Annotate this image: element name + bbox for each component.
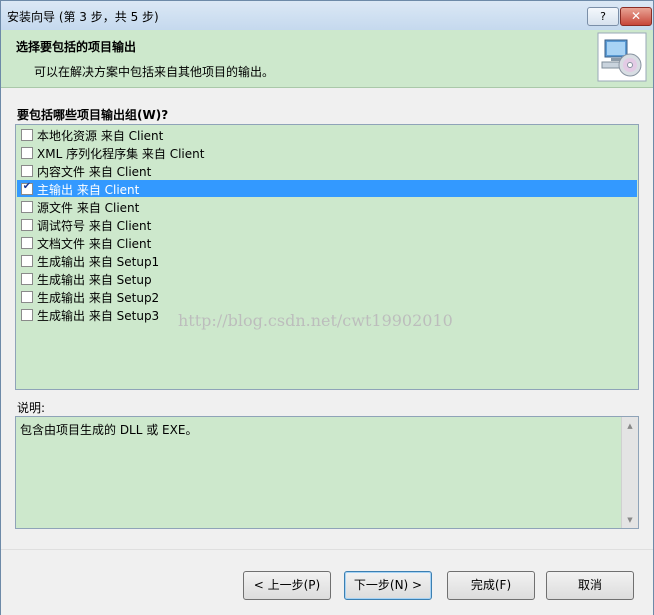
list-item-label: 生成输出 来自 Setup2 <box>37 291 160 305</box>
checkbox[interactable] <box>21 309 33 321</box>
setup-computer-icon <box>597 32 647 82</box>
setup-wizard-window: 安装向导 (第 3 步，共 5 步) ? ✕ 选择要包括的项目输出 可以在解决方… <box>0 0 654 615</box>
output-groups-label: 要包括哪些项目输出组(W)? <box>17 108 169 122</box>
next-button[interactable]: 下一步(N) > <box>344 571 432 600</box>
scroll-down-icon[interactable]: ▼ <box>625 515 635 525</box>
checkbox-checked[interactable]: ✔ <box>21 181 33 195</box>
checkbox[interactable] <box>21 237 33 249</box>
checkbox[interactable] <box>21 201 33 213</box>
checkbox[interactable] <box>21 165 33 177</box>
help-button[interactable]: ? <box>587 7 619 26</box>
checkbox[interactable] <box>21 147 33 159</box>
list-item-selected[interactable]: ✔ 主输出 来自 Client <box>17 180 637 197</box>
title-bar: 安装向导 (第 3 步，共 5 步) ? ✕ <box>1 1 653 30</box>
list-item-label: 文档文件 来自 Client <box>37 237 152 251</box>
list-item[interactable]: 源文件 来自 Client <box>17 198 637 215</box>
list-item-label: 内容文件 来自 Client <box>37 165 152 179</box>
list-item[interactable]: 生成输出 来自 Setup2 <box>17 288 637 305</box>
description-text: 包含由项目生成的 DLL 或 EXE。 <box>20 423 198 437</box>
checkbox[interactable] <box>21 219 33 231</box>
back-button[interactable]: < 上一步(P) <box>243 571 331 600</box>
list-item[interactable]: 内容文件 来自 Client <box>17 162 637 179</box>
wizard-footer: < 上一步(P) 下一步(N) > 完成(F) 取消 <box>1 549 653 615</box>
description-box: 包含由项目生成的 DLL 或 EXE。 ▲ ▼ <box>15 416 639 529</box>
watermark: http://blog.csdn.net/cwt19902010 <box>178 311 453 330</box>
list-item[interactable]: 本地化资源 来自 Client <box>17 126 637 143</box>
scroll-up-icon[interactable]: ▲ <box>625 421 635 431</box>
finish-button[interactable]: 完成(F) <box>447 571 535 600</box>
list-item-label: 调试符号 来自 Client <box>37 219 152 233</box>
output-groups-list[interactable]: 本地化资源 来自 Client XML 序列化程序集 来自 Client 内容文… <box>15 124 639 390</box>
list-item-label: 生成输出 来自 Setup <box>37 273 152 287</box>
list-item-label: 本地化资源 来自 Client <box>37 129 164 143</box>
list-item-label: XML 序列化程序集 来自 Client <box>37 147 205 161</box>
list-item[interactable]: 生成输出 来自 Setup1 <box>17 252 637 269</box>
list-item-label: 生成输出 来自 Setup1 <box>37 255 160 269</box>
window-title: 安装向导 (第 3 步，共 5 步) <box>7 10 159 24</box>
checkbox[interactable] <box>21 255 33 267</box>
checkbox[interactable] <box>21 129 33 141</box>
page-title: 选择要包括的项目输出 <box>16 40 137 54</box>
page-subtitle: 可以在解决方案中包括来自其他项目的输出。 <box>34 65 275 79</box>
description-label: 说明: <box>17 401 46 415</box>
list-item-label: 生成输出 来自 Setup3 <box>37 309 160 323</box>
list-item-label: 源文件 来自 Client <box>37 201 140 215</box>
wizard-header: 选择要包括的项目输出 可以在解决方案中包括来自其他项目的输出。 <box>1 30 653 88</box>
list-item[interactable]: XML 序列化程序集 来自 Client <box>17 144 637 161</box>
list-item[interactable]: 文档文件 来自 Client <box>17 234 637 251</box>
list-item[interactable]: 生成输出 来自 Setup <box>17 270 637 287</box>
checkmark-icon: ✔ <box>22 181 32 192</box>
checkbox[interactable] <box>21 273 33 285</box>
list-item-label: 主输出 来自 Client <box>37 183 140 197</box>
checkbox[interactable] <box>21 291 33 303</box>
close-button[interactable]: ✕ <box>620 7 652 26</box>
list-item[interactable]: 调试符号 来自 Client <box>17 216 637 233</box>
cancel-button[interactable]: 取消 <box>546 571 634 600</box>
description-scrollbar[interactable]: ▲ ▼ <box>621 417 638 528</box>
